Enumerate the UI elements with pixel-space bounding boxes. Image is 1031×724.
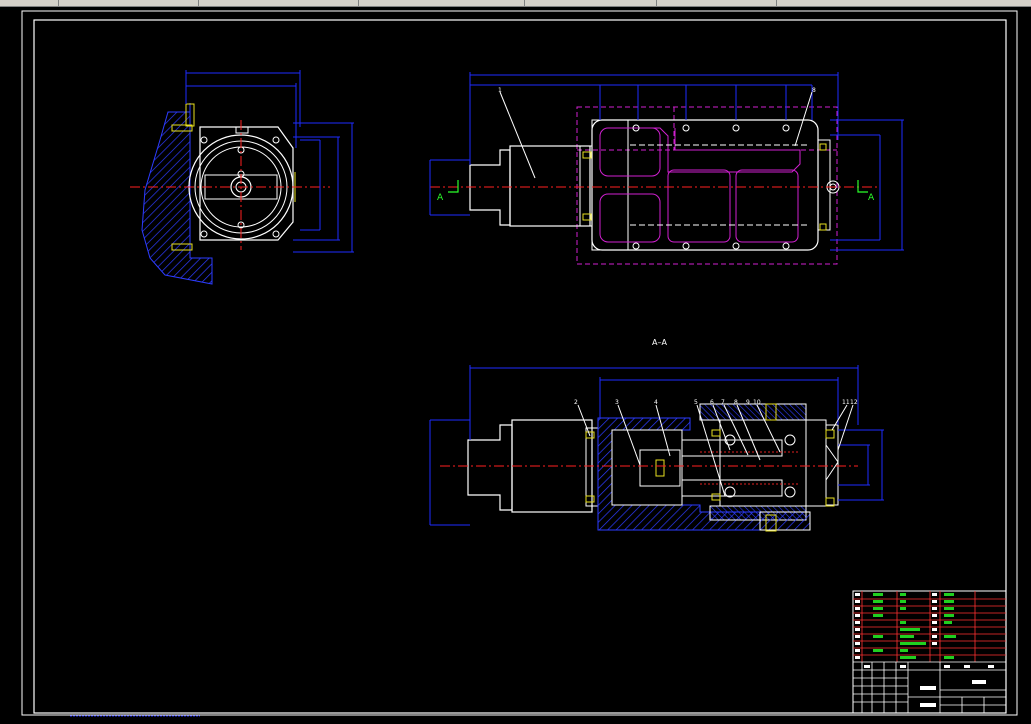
balloon-7: 7 <box>721 399 725 406</box>
balloon-10: 10 <box>753 399 761 406</box>
balloon-11: 11 <box>842 399 850 406</box>
balloon-5: 5 <box>694 399 698 406</box>
balloon-1: 1 <box>498 87 502 94</box>
cad-drawing-canvas[interactable]: A A 1 8 A–A 2 3 4 5 6 7 8 9 10 11 12 <box>0 6 1031 724</box>
balloon-8-top: 8 <box>812 87 816 94</box>
balloon-6: 6 <box>710 399 714 406</box>
side-view <box>130 70 354 285</box>
top-view <box>429 72 904 265</box>
section-view-title: A–A <box>652 338 667 347</box>
section-mark-right: A <box>868 193 875 203</box>
balloon-12: 12 <box>850 399 858 406</box>
balloon-4: 4 <box>654 399 658 406</box>
balloon-8: 8 <box>734 399 738 406</box>
title-block <box>852 590 1007 714</box>
balloon-9: 9 <box>746 399 750 406</box>
section-view <box>429 365 884 532</box>
balloon-3: 3 <box>615 399 619 406</box>
section-mark-left: A <box>437 193 444 203</box>
balloon-2: 2 <box>574 399 578 406</box>
